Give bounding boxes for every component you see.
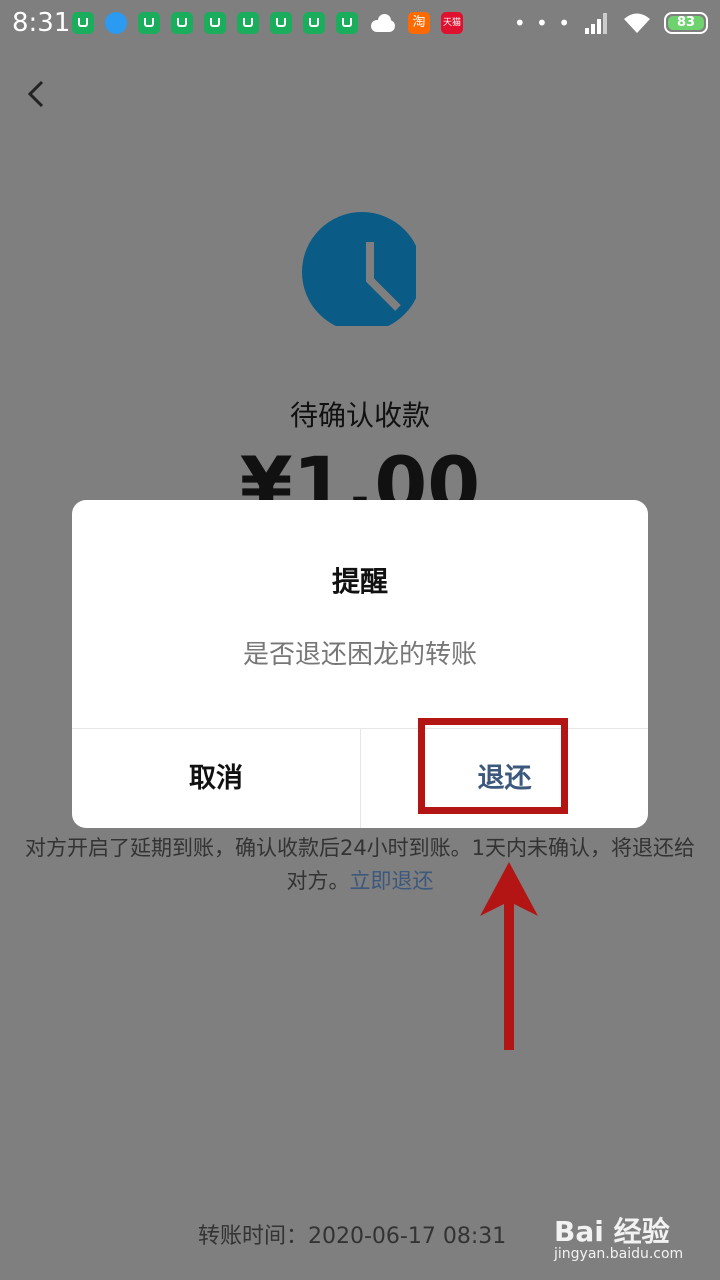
transfer-status: 待确认收款 bbox=[289, 399, 430, 432]
wechat-icon bbox=[270, 12, 292, 34]
browser-icon bbox=[105, 12, 127, 34]
wechat-icon bbox=[138, 12, 160, 34]
back-icon[interactable] bbox=[20, 74, 60, 114]
wechat-icon bbox=[237, 12, 259, 34]
status-bar: 8:31 淘 天猫 • • • 83 bbox=[0, 0, 720, 52]
cloud-icon bbox=[369, 14, 397, 32]
annotation-arrow-icon bbox=[480, 862, 538, 1050]
wifi-icon bbox=[624, 13, 650, 33]
signal-icon bbox=[585, 13, 607, 34]
tmall-icon: 天猫 bbox=[441, 12, 463, 34]
return-now-link[interactable]: 立即退还 bbox=[350, 869, 434, 893]
wechat-icon bbox=[303, 12, 325, 34]
wechat-icon bbox=[336, 12, 358, 34]
wechat-icon bbox=[171, 12, 193, 34]
wechat-icon bbox=[204, 12, 226, 34]
notification-icons: 淘 天猫 bbox=[72, 12, 463, 34]
status-time: 8:31 bbox=[12, 8, 71, 38]
wechat-icon bbox=[72, 12, 94, 34]
annotation-highlight-box bbox=[418, 718, 568, 814]
transfer-time: 转账时间：2020-06-17 08:31 bbox=[198, 1224, 507, 1249]
watermark-url: jingyan.baidu.com bbox=[554, 1246, 684, 1262]
dialog-message: 是否退还困龙的转账 bbox=[242, 640, 477, 670]
battery-level: 83 bbox=[668, 16, 704, 30]
clock-icon bbox=[302, 212, 416, 326]
taobao-icon: 淘 bbox=[408, 12, 430, 34]
cancel-button[interactable]: 取消 bbox=[72, 729, 360, 828]
baidu-jingyan-watermark: Bai 经验 jingyan.baidu.com bbox=[554, 1210, 714, 1270]
system-status: • • • 83 bbox=[514, 12, 708, 34]
watermark-logo: Bai 经验 bbox=[554, 1215, 670, 1248]
delay-info: 对方开启了延期到账，确认收款后24小时到账。1天内未确认，将退还给对方。立即退还 bbox=[20, 832, 700, 898]
battery-icon: 83 bbox=[664, 12, 708, 34]
more-dots-icon: • • • bbox=[513, 11, 572, 35]
dialog-title: 提醒 bbox=[331, 565, 388, 598]
